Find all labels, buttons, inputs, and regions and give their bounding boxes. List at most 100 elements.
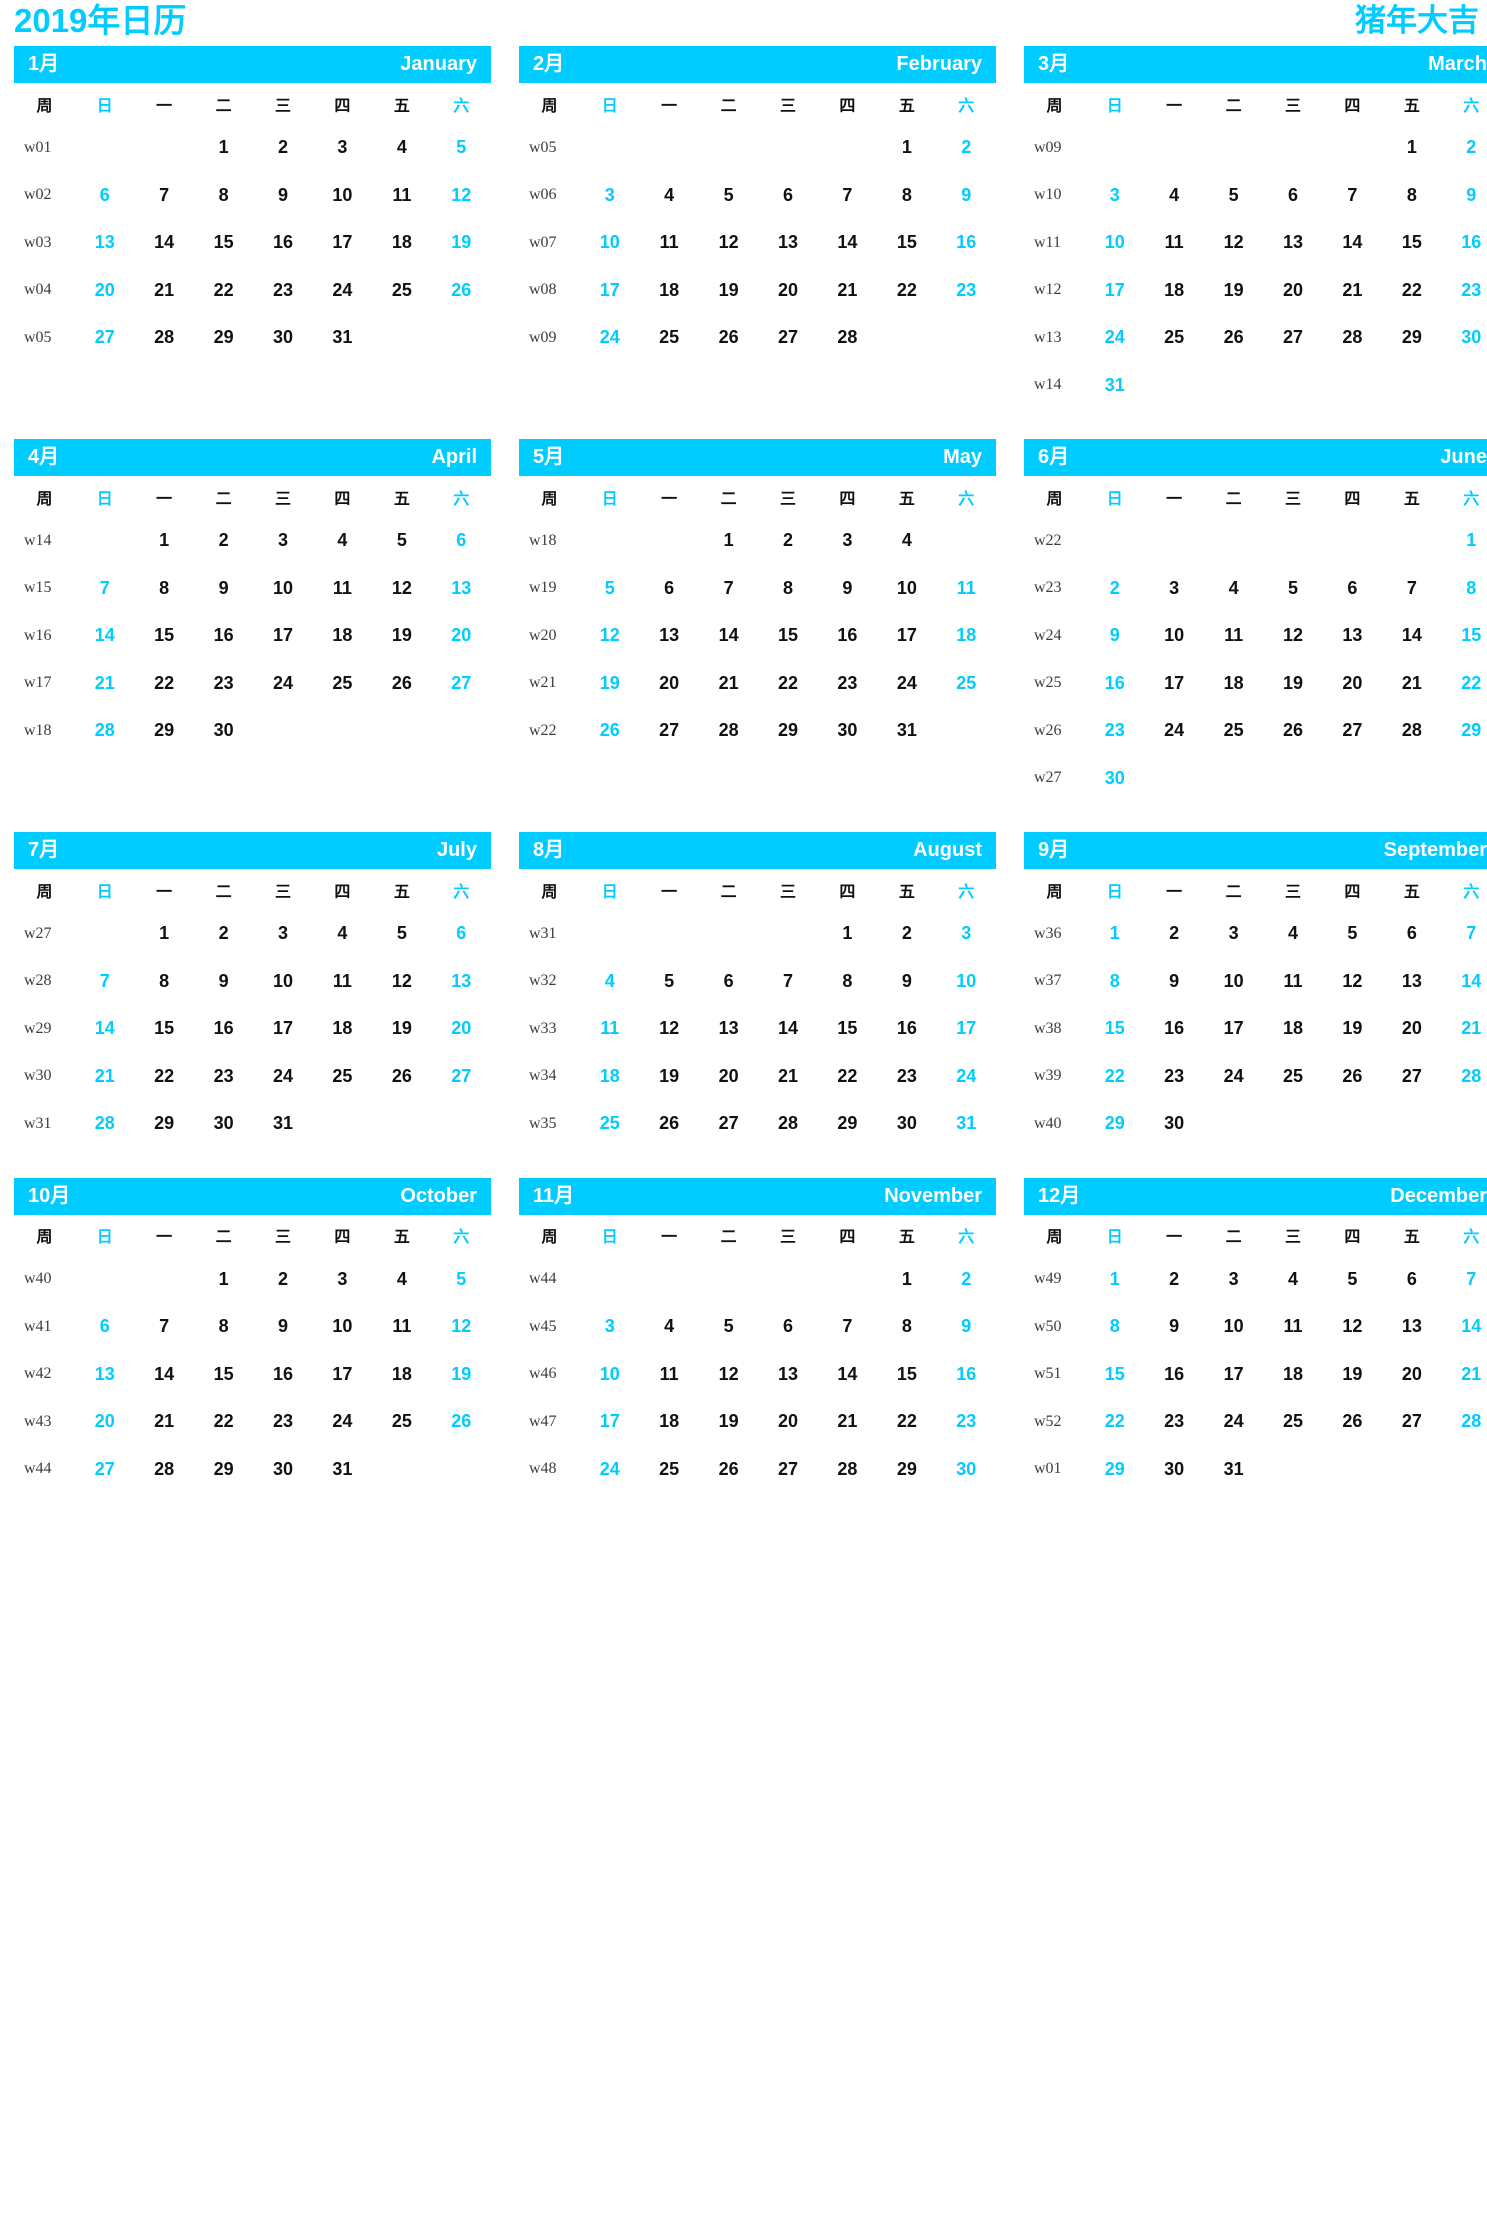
day-cell[interactable]: 1	[1085, 910, 1144, 958]
day-cell[interactable]: 30	[1144, 1100, 1203, 1148]
day-cell[interactable]: 26	[1323, 1398, 1382, 1446]
day-cell[interactable]: 25	[313, 1053, 372, 1101]
day-cell[interactable]: 25	[1204, 707, 1263, 755]
day-cell[interactable]: 22	[1382, 267, 1441, 315]
day-cell[interactable]: 14	[1442, 958, 1487, 1006]
day-cell[interactable]: 5	[1263, 565, 1322, 613]
day-cell[interactable]: 7	[134, 172, 193, 220]
day-cell[interactable]: 12	[372, 565, 431, 613]
day-cell[interactable]: 14	[134, 1351, 193, 1399]
day-cell[interactable]: 20	[758, 267, 817, 315]
day-cell[interactable]: 28	[134, 1446, 193, 1494]
day-cell[interactable]: 18	[372, 219, 431, 267]
day-cell[interactable]: 12	[1204, 219, 1263, 267]
day-cell[interactable]: 10	[313, 1303, 372, 1351]
day-cell[interactable]: 5	[432, 1256, 491, 1304]
day-cell[interactable]: 20	[75, 267, 134, 315]
day-cell[interactable]: 25	[639, 314, 698, 362]
day-cell[interactable]: 4	[1263, 910, 1322, 958]
day-cell[interactable]: 20	[1382, 1005, 1441, 1053]
day-cell[interactable]: 21	[1442, 1005, 1487, 1053]
day-cell[interactable]: 10	[253, 958, 312, 1006]
day-cell[interactable]: 17	[877, 612, 936, 660]
day-cell[interactable]: 28	[75, 707, 134, 755]
day-cell[interactable]: 21	[75, 1053, 134, 1101]
day-cell[interactable]: 13	[758, 219, 817, 267]
day-cell[interactable]: 25	[372, 267, 431, 315]
day-cell[interactable]: 21	[1382, 660, 1441, 708]
day-cell[interactable]: 28	[818, 314, 877, 362]
day-cell[interactable]: 7	[1382, 565, 1441, 613]
day-cell[interactable]: 18	[1263, 1005, 1322, 1053]
day-cell[interactable]: 27	[1323, 707, 1382, 755]
day-cell[interactable]: 6	[1323, 565, 1382, 613]
day-cell[interactable]: 17	[1204, 1005, 1263, 1053]
day-cell[interactable]: 31	[937, 1100, 996, 1148]
day-cell[interactable]: 23	[1085, 707, 1144, 755]
day-cell[interactable]: 23	[194, 660, 253, 708]
day-cell[interactable]: 3	[1204, 910, 1263, 958]
day-cell[interactable]: 14	[818, 219, 877, 267]
day-cell[interactable]: 20	[758, 1398, 817, 1446]
day-cell[interactable]: 28	[818, 1446, 877, 1494]
day-cell[interactable]: 27	[75, 1446, 134, 1494]
day-cell[interactable]: 22	[1442, 660, 1487, 708]
day-cell[interactable]: 19	[372, 612, 431, 660]
day-cell[interactable]: 26	[1323, 1053, 1382, 1101]
day-cell[interactable]: 3	[580, 172, 639, 220]
day-cell[interactable]: 18	[313, 612, 372, 660]
day-cell[interactable]: 1	[134, 517, 193, 565]
day-cell[interactable]: 30	[253, 1446, 312, 1494]
day-cell[interactable]: 19	[580, 660, 639, 708]
day-cell[interactable]: 23	[253, 1398, 312, 1446]
day-cell[interactable]: 17	[937, 1005, 996, 1053]
day-cell[interactable]: 4	[639, 1303, 698, 1351]
day-cell[interactable]: 13	[1382, 958, 1441, 1006]
day-cell[interactable]: 15	[877, 219, 936, 267]
day-cell[interactable]: 7	[75, 565, 134, 613]
day-cell[interactable]: 13	[639, 612, 698, 660]
day-cell[interactable]: 10	[1204, 1303, 1263, 1351]
day-cell[interactable]: 14	[75, 1005, 134, 1053]
day-cell[interactable]: 25	[1263, 1398, 1322, 1446]
day-cell[interactable]: 4	[372, 1256, 431, 1304]
day-cell[interactable]: 31	[253, 1100, 312, 1148]
day-cell[interactable]: 9	[1442, 172, 1487, 220]
day-cell[interactable]: 13	[1263, 219, 1322, 267]
day-cell[interactable]: 3	[580, 1303, 639, 1351]
day-cell[interactable]: 18	[313, 1005, 372, 1053]
day-cell[interactable]: 21	[758, 1053, 817, 1101]
day-cell[interactable]: 1	[1085, 1256, 1144, 1304]
day-cell[interactable]: 14	[818, 1351, 877, 1399]
day-cell[interactable]: 4	[1263, 1256, 1322, 1304]
day-cell[interactable]: 2	[877, 910, 936, 958]
day-cell[interactable]: 24	[1204, 1398, 1263, 1446]
day-cell[interactable]: 24	[313, 267, 372, 315]
day-cell[interactable]: 3	[253, 517, 312, 565]
day-cell[interactable]: 16	[937, 1351, 996, 1399]
day-cell[interactable]: 23	[253, 267, 312, 315]
day-cell[interactable]: 13	[758, 1351, 817, 1399]
day-cell[interactable]: 10	[1204, 958, 1263, 1006]
day-cell[interactable]: 27	[1382, 1398, 1441, 1446]
day-cell[interactable]: 31	[313, 1446, 372, 1494]
day-cell[interactable]: 29	[877, 1446, 936, 1494]
day-cell[interactable]: 9	[818, 565, 877, 613]
day-cell[interactable]: 1	[877, 1256, 936, 1304]
day-cell[interactable]: 6	[75, 172, 134, 220]
day-cell[interactable]: 18	[1144, 267, 1203, 315]
day-cell[interactable]: 23	[937, 267, 996, 315]
day-cell[interactable]: 12	[699, 1351, 758, 1399]
day-cell[interactable]: 17	[313, 219, 372, 267]
day-cell[interactable]: 14	[1382, 612, 1441, 660]
day-cell[interactable]: 9	[1144, 1303, 1203, 1351]
day-cell[interactable]: 28	[758, 1100, 817, 1148]
day-cell[interactable]: 7	[1442, 1256, 1487, 1304]
day-cell[interactable]: 4	[1204, 565, 1263, 613]
day-cell[interactable]: 11	[639, 219, 698, 267]
day-cell[interactable]: 14	[1442, 1303, 1487, 1351]
day-cell[interactable]: 15	[1442, 612, 1487, 660]
day-cell[interactable]: 21	[1442, 1351, 1487, 1399]
day-cell[interactable]: 30	[1085, 755, 1144, 803]
day-cell[interactable]: 13	[75, 1351, 134, 1399]
